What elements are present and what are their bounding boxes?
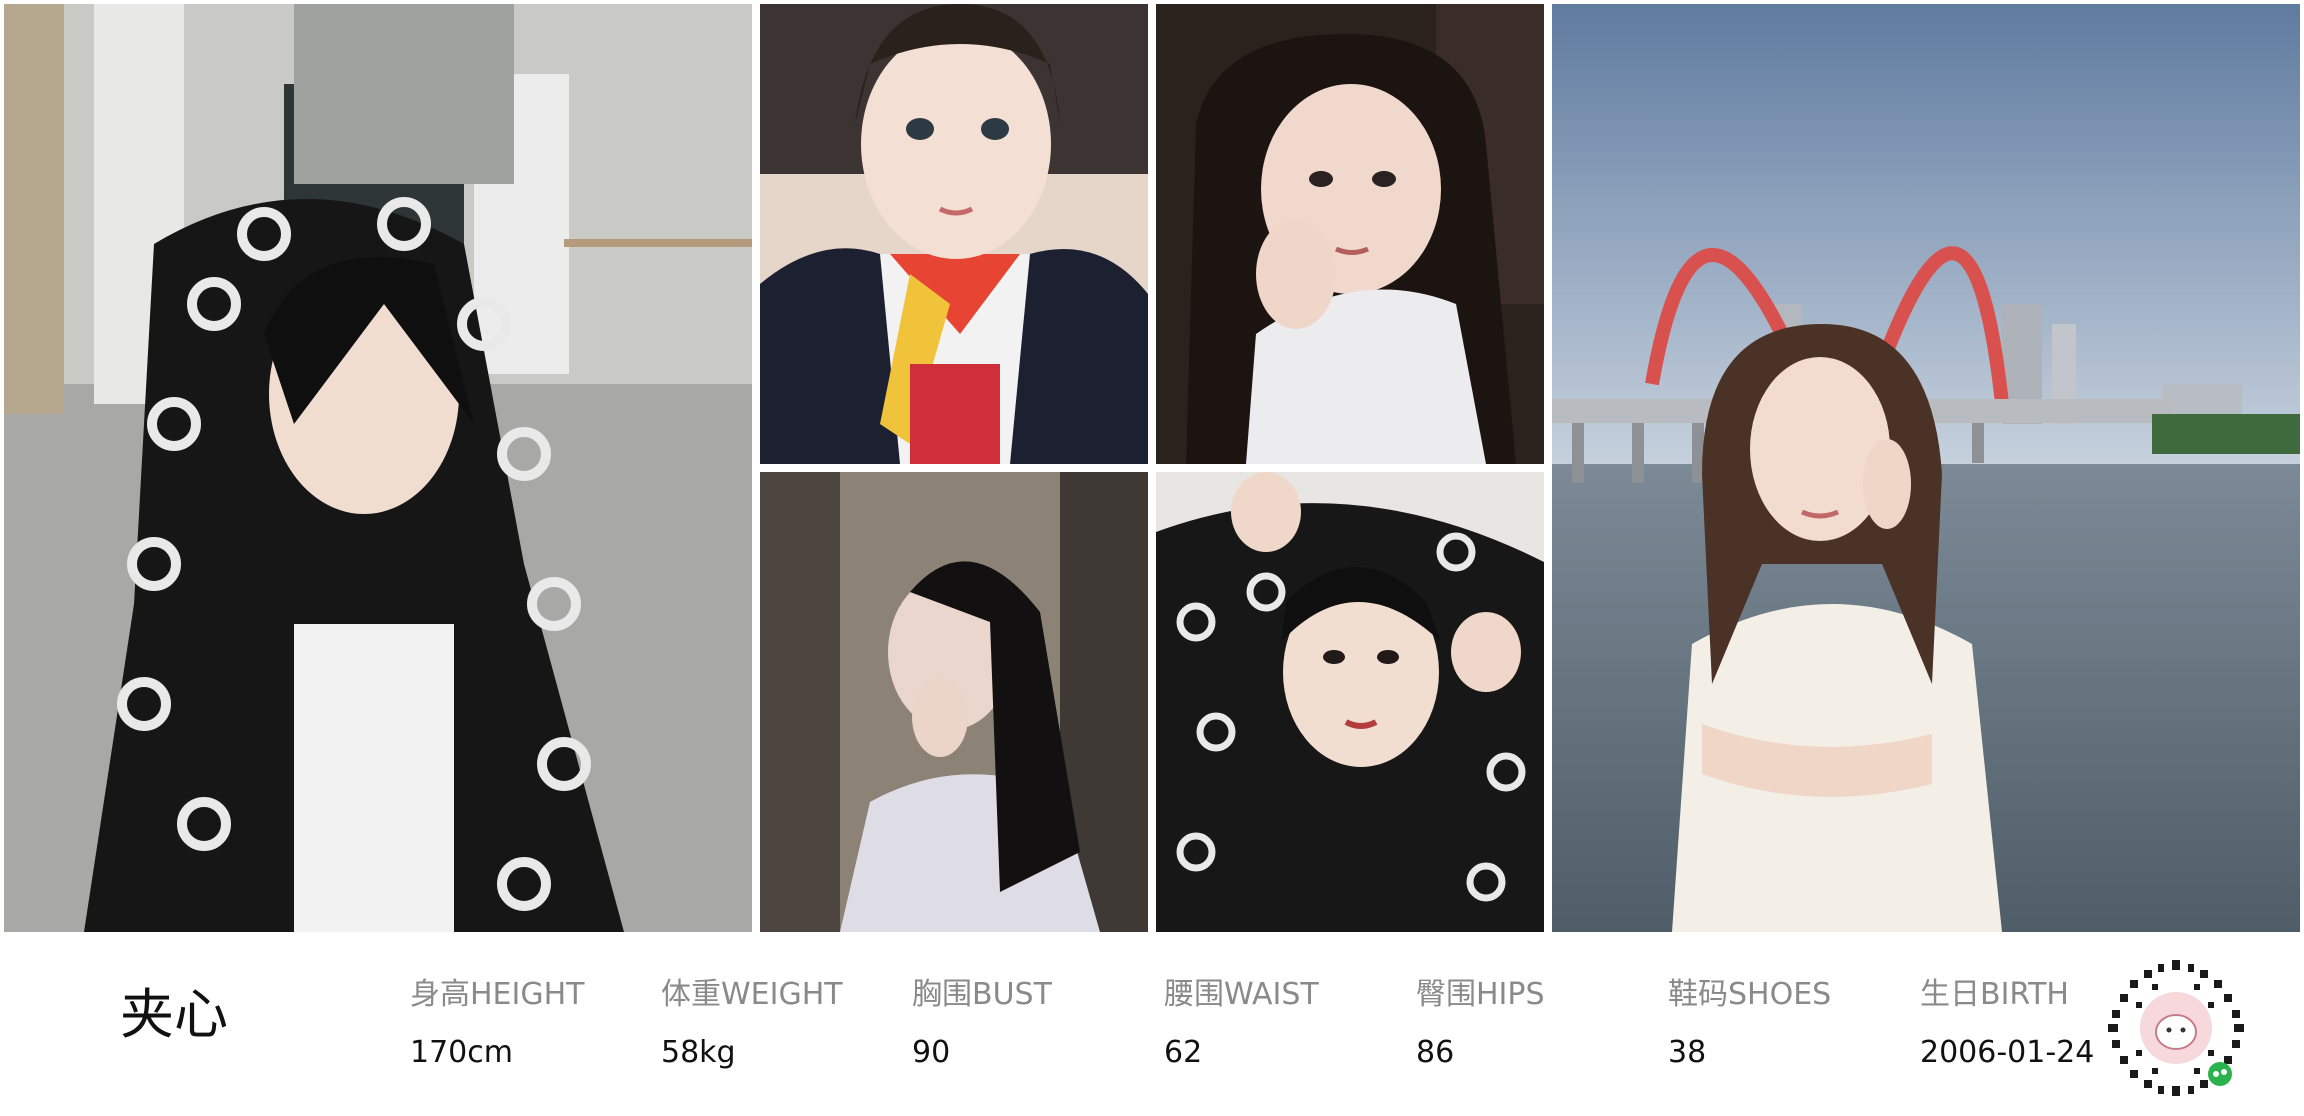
photo-riverside-bridge <box>1552 4 2300 932</box>
stat-shoes: 鞋码SHOES 38 <box>1668 980 1831 1068</box>
stat-value: 2006-01-24 <box>1920 1035 2095 1070</box>
stat-bust: 胸围BUST 90 <box>912 980 1052 1068</box>
stat-waist: 腰围WAIST 62 <box>1164 980 1319 1068</box>
stat-label: 腰围WAIST <box>1164 977 1319 1012</box>
stat-label: 生日BIRTH <box>1920 977 2069 1012</box>
stat-value: 90 <box>912 1035 951 1070</box>
stat-hips: 臀围HIPS 86 <box>1416 980 1545 1068</box>
stat-value: 62 <box>1164 1035 1203 1070</box>
model-name: 夹心 <box>120 983 228 1046</box>
stat-height: 身高HEIGHT 170cm <box>410 980 585 1068</box>
stat-label: 臀围HIPS <box>1416 977 1545 1012</box>
stat-birth: 生日BIRTH 2006-01-24 <box>1920 980 2094 1068</box>
stat-label: 胸围BUST <box>912 977 1052 1012</box>
stat-value: 58kg <box>661 1035 736 1070</box>
stat-value: 38 <box>1668 1035 1707 1070</box>
stat-weight: 体重WEIGHT 58kg <box>661 980 843 1068</box>
photo-hooded-jacket <box>4 4 752 932</box>
profile-info-bar: 夹心 身高HEIGHT 170cm 体重WEIGHT 58kg 胸围BUST 9… <box>0 940 2304 1116</box>
photo-alley-portrait <box>760 472 1148 932</box>
photo-night-portrait <box>1156 4 1544 464</box>
photo-hood-hands <box>1156 472 1544 932</box>
stat-label: 鞋码SHOES <box>1668 977 1832 1012</box>
stat-label: 身高HEIGHT <box>410 977 585 1012</box>
mini-program-qr-code-icon[interactable] <box>2108 960 2244 1096</box>
stat-value: 86 <box>1416 1035 1455 1070</box>
stat-value: 170cm <box>410 1035 513 1070</box>
stat-label: 体重WEIGHT <box>661 977 843 1012</box>
photo-selfie-scarf <box>760 4 1148 464</box>
